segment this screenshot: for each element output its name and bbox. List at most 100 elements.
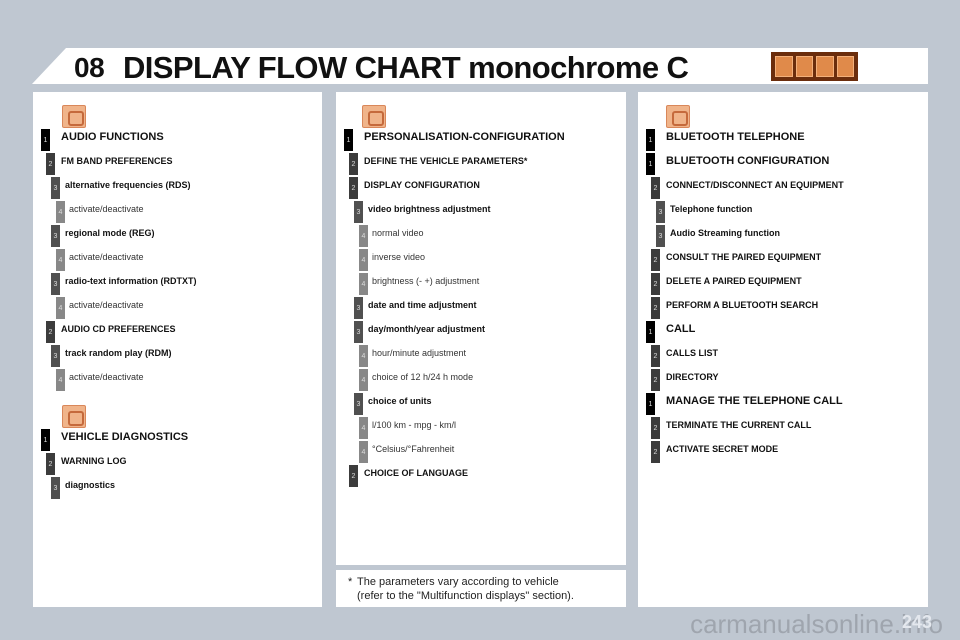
- menu-item-level-3: 3 day/month/year adjustment: [336, 320, 626, 344]
- menu-item-level-1: 1 PERSONALISATION-CONFIGURATION: [336, 128, 626, 152]
- level-badge: 4: [359, 225, 368, 247]
- footnote-line-2: (refer to the "Multifunction displays" s…: [357, 590, 574, 602]
- menu-item-label: activate/deactivate: [69, 300, 144, 310]
- audio-icon: [62, 105, 86, 128]
- menu-item-label: DEFINE THE VEHICLE PARAMETERS*: [364, 156, 528, 166]
- level-badge: 2: [651, 249, 660, 271]
- level-badge: 3: [51, 477, 60, 499]
- menu-item-label: alternative frequencies (RDS): [65, 180, 191, 190]
- menu-item-label: BLUETOOTH TELEPHONE: [666, 131, 805, 143]
- menu-tree: 1 BLUETOOTH TELEPHONE 1 BLUETOOTH CONFIGURA…: [638, 128, 928, 464]
- menu-item-level-3: 3 choice of units: [336, 392, 626, 416]
- menu-item-level-2: 2 DEFINE THE VEHICLE PARAMETERS*: [336, 152, 626, 176]
- menu-item-level-2: 2 DISPLAY CONFIGURATION: [336, 176, 626, 200]
- menu-item-level-2: 2 DIRECTORY: [638, 368, 928, 392]
- menu-item-label: FM BAND PREFERENCES: [61, 156, 173, 166]
- menu-item-level-1: 1 VEHICLE DIAGNOSTICS: [33, 428, 323, 452]
- menu-item-label: VEHICLE DIAGNOSTICS: [61, 431, 189, 443]
- menu-item-label: video brightness adjustment: [368, 204, 491, 214]
- telephone-icon: [666, 105, 690, 128]
- level-badge: 4: [359, 249, 368, 271]
- menu-tree: 1 VEHICLE DIAGNOSTICS 2 WARNING LOG 3 diagnos…: [33, 428, 323, 500]
- menu-item-label: ACTIVATE SECRET MODE: [666, 444, 779, 454]
- menu-item-level-1: 1 CALL: [638, 320, 928, 344]
- level-badge: 2: [651, 369, 660, 391]
- menu-item-label: °Celsius/°Fahrenheit: [372, 444, 455, 454]
- menu-item-label: PERSONALISATION-CONFIGURATION: [364, 131, 565, 143]
- menu-item-label: track random play (RDM): [65, 348, 172, 358]
- level-badge: 2: [349, 153, 358, 175]
- settings-icon: [816, 56, 834, 77]
- footnote: * The parameters vary according to vehic…: [336, 570, 626, 607]
- menu-item-label: BLUETOOTH CONFIGURATION: [666, 155, 830, 167]
- level-badge: 3: [354, 201, 363, 223]
- menu-item-level-4: 4 normal video: [336, 224, 626, 248]
- menu-item-label: inverse video: [372, 252, 426, 262]
- level-badge: 3: [354, 297, 363, 319]
- menu-item-level-3: 3 video brightness adjustment: [336, 200, 626, 224]
- menu-item-label: diagnostics: [65, 480, 116, 490]
- level-badge: 4: [359, 345, 368, 367]
- menu-item-label: DISPLAY CONFIGURATION: [364, 180, 480, 190]
- menu-item-level-2: 2 WARNING LOG: [33, 452, 323, 476]
- menu-item-label: TERMINATE THE CURRENT CALL: [666, 420, 812, 430]
- menu-item-level-2: 2 PERFORM A BLUETOOTH SEARCH: [638, 296, 928, 320]
- footnote-star: *: [348, 576, 353, 588]
- menu-item-level-2: 2 CONNECT/DISCONNECT AN EQUIPMENT: [638, 176, 928, 200]
- page-number: 243: [901, 612, 932, 632]
- level-badge: 2: [46, 453, 55, 475]
- level-badge: 1: [646, 153, 655, 175]
- level-badge: 4: [359, 369, 368, 391]
- menu-item-label: AUDIO FUNCTIONS: [61, 131, 164, 143]
- menu-item-level-3: 3 alternative frequencies (RDS): [33, 176, 323, 200]
- menu-item-level-3: 3 track random play (RDM): [33, 344, 323, 368]
- menu-item-label: activate/deactivate: [69, 252, 144, 262]
- level-badge: 3: [656, 201, 665, 223]
- menu-item-label: brightness (- +) adjustment: [372, 276, 480, 286]
- menu-tree: 1 AUDIO FUNCTIONS 2 FM BAND PREFERENCES 3 alt…: [33, 128, 323, 392]
- level-badge: 4: [56, 201, 65, 223]
- menu-item-level-3: 3 date and time adjustment: [336, 296, 626, 320]
- menu-item-label: choice of 12 h/24 h mode: [372, 372, 474, 382]
- menu-item-level-2: 2 AUDIO CD PREFERENCES: [33, 320, 323, 344]
- level-badge: 4: [56, 297, 65, 319]
- menu-item-label: Telephone function: [670, 204, 753, 214]
- menu-item-label: CONSULT THE PAIRED EQUIPMENT: [666, 252, 822, 262]
- level-badge: 2: [349, 465, 358, 487]
- menu-item-level-4: 4 brightness (- +) adjustment: [336, 272, 626, 296]
- vehicle-icon: [795, 56, 813, 77]
- menu-item-label: date and time adjustment: [368, 300, 477, 310]
- menu-item-label: hour/minute adjustment: [372, 348, 467, 358]
- vehicle-diagnostics-icon: [62, 405, 86, 428]
- menu-item-level-4: 4 choice of 12 h/24 h mode: [336, 368, 626, 392]
- menu-item-level-2: 2 CHOICE OF LANGUAGE: [336, 464, 626, 488]
- level-badge: 3: [51, 345, 60, 367]
- level-badge: 1: [646, 129, 655, 151]
- level-badge: 1: [41, 129, 50, 151]
- menu-item-level-3: 3 diagnostics: [33, 476, 323, 500]
- menu-item-level-2: 2 TERMINATE THE CURRENT CALL: [638, 416, 928, 440]
- menu-item-level-1: 1 MANAGE THE TELEPHONE CALL: [638, 392, 928, 416]
- menu-item-label: CALLS LIST: [666, 348, 718, 358]
- level-badge: 2: [651, 177, 660, 199]
- menu-item-level-2: 2 FM BAND PREFERENCES: [33, 152, 323, 176]
- telephone-icon: [836, 56, 854, 77]
- menu-item-label: CHOICE OF LANGUAGE: [364, 468, 469, 478]
- menu-item-label: WARNING LOG: [61, 456, 127, 466]
- menu-item-level-3: 3 Telephone function: [638, 200, 928, 224]
- menu-item-level-1: 1 BLUETOOTH TELEPHONE: [638, 128, 928, 152]
- level-badge: 3: [51, 177, 60, 199]
- menu-item-level-2: 2 CALLS LIST: [638, 344, 928, 368]
- level-badge: 1: [344, 129, 353, 151]
- menu-item-level-4: 4 activate/deactivate: [33, 248, 323, 272]
- menu-item-label: l/100 km - mpg - km/l: [372, 420, 457, 430]
- level-badge: 3: [354, 321, 363, 343]
- menu-item-label: DELETE A PAIRED EQUIPMENT: [666, 276, 802, 286]
- menu-item-label: choice of units: [368, 396, 432, 406]
- footnote-line-1: The parameters vary according to vehicle: [357, 576, 559, 588]
- page-title: DISPLAY FLOW CHART monochrome C: [123, 50, 689, 85]
- menu-icons-strip: [771, 52, 858, 81]
- level-badge: 1: [41, 429, 50, 451]
- menu-item-level-3: 3 radio-text information (RDTXT): [33, 272, 323, 296]
- level-badge: 1: [646, 393, 655, 415]
